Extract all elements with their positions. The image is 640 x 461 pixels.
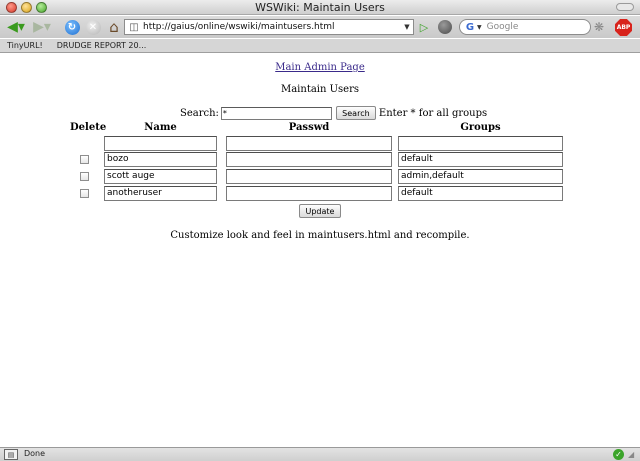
- user-passwd-field[interactable]: [226, 186, 392, 201]
- main-admin-page-link[interactable]: Main Admin Page: [275, 62, 365, 73]
- column-header-groups: Groups: [460, 122, 501, 133]
- search-row: Search: * Search Enter * for all groups: [180, 106, 487, 120]
- home-icon: ⌂: [109, 18, 119, 36]
- user-groups-field[interactable]: admin,default: [398, 169, 563, 184]
- persona-icon: [438, 20, 452, 34]
- reload-button[interactable]: ↻: [63, 18, 81, 36]
- search-input[interactable]: *: [220, 106, 332, 120]
- stop-button[interactable]: ✕: [84, 18, 102, 36]
- stop-icon: ✕: [85, 19, 101, 35]
- back-button[interactable]: ◀▾: [4, 18, 28, 36]
- web-search-input[interactable]: Google: [487, 22, 519, 32]
- toolbar-toggle-button[interactable]: [616, 3, 634, 11]
- status-text: Done: [24, 449, 46, 458]
- bookmarks-toolbar: TinyURL! DRUDGE REPORT 20...: [0, 39, 640, 53]
- address-input[interactable]: http://gaius/online/wswiki/maintusers.ht…: [143, 22, 401, 32]
- search-engine-dropdown-icon[interactable]: ▼: [477, 24, 482, 31]
- customize-note: Customize look and feel in maintusers.ht…: [170, 230, 470, 241]
- search-label: Search:: [180, 107, 219, 119]
- address-bar[interactable]: ◫ http://gaius/online/wswiki/maintusers.…: [124, 19, 414, 35]
- update-button[interactable]: Update: [299, 204, 341, 218]
- delete-checkbox-scott-auge[interactable]: [80, 172, 89, 181]
- adblock-plus-icon[interactable]: ABP: [615, 19, 632, 36]
- delete-checkbox-anotheruser[interactable]: [80, 189, 89, 198]
- title-bar: WSWiki: Maintain Users: [0, 0, 640, 15]
- column-header-name: Name: [144, 122, 177, 133]
- search-hint: Enter * for all groups: [378, 107, 488, 119]
- user-groups-field[interactable]: default: [398, 186, 563, 201]
- navigation-toolbar: ◀▾ ▶▾ ↻ ✕ ⌂ ◫ http://gaius/online/wswiki…: [0, 16, 640, 38]
- user-name-field[interactable]: scott auge: [104, 169, 217, 184]
- admin-link-container: Main Admin Page: [0, 62, 640, 73]
- back-arrow-icon: ◀▾: [7, 19, 25, 35]
- address-history-dropdown[interactable]: ▼: [401, 23, 413, 31]
- window-title: WSWiki: Maintain Users: [255, 1, 385, 14]
- resize-grip-icon[interactable]: ◢: [628, 450, 637, 459]
- bookmark-tinyurl[interactable]: TinyURL!: [7, 41, 43, 50]
- home-button[interactable]: ⌂: [105, 18, 123, 36]
- user-passwd-field[interactable]: [226, 152, 392, 167]
- column-header-passwd: Passwd: [288, 122, 330, 133]
- search-bar[interactable]: G ▼ Google: [459, 19, 591, 35]
- secure-check-icon[interactable]: ✓: [613, 449, 624, 460]
- page-favicon-icon: ◫: [129, 21, 139, 33]
- user-groups-field[interactable]: default: [398, 152, 563, 167]
- bookmark-drudge-report[interactable]: DRUDGE REPORT 20...: [57, 41, 146, 50]
- status-bar: ▤ Done ✓ ◢: [0, 447, 640, 461]
- forward-button[interactable]: ▶▾: [31, 18, 53, 36]
- delete-checkbox-bozo[interactable]: [80, 155, 89, 164]
- user-name-field[interactable]: bozo: [104, 152, 217, 167]
- search-button[interactable]: Search: [335, 106, 376, 120]
- activity-spinner-icon: ❋: [593, 20, 605, 34]
- user-passwd-field[interactable]: [226, 169, 392, 184]
- page-info-icon[interactable]: ▤: [4, 449, 18, 460]
- new-user-passwd-field[interactable]: [226, 136, 392, 151]
- persona-button[interactable]: [437, 18, 453, 36]
- new-user-groups-field[interactable]: [398, 136, 563, 151]
- google-icon[interactable]: G: [464, 21, 476, 33]
- column-header-delete: Delete: [70, 122, 107, 133]
- user-name-field[interactable]: anotheruser: [104, 186, 217, 201]
- forward-arrow-icon: ▶▾: [33, 19, 51, 35]
- go-button[interactable]: ▷: [417, 18, 431, 36]
- go-arrow-icon: ▷: [419, 20, 429, 34]
- page-content: Main Admin Page Maintain Users Search: *…: [0, 54, 640, 447]
- reload-icon: ↻: [64, 19, 80, 35]
- new-user-name-field[interactable]: [104, 136, 217, 151]
- page-title: Maintain Users: [280, 84, 360, 95]
